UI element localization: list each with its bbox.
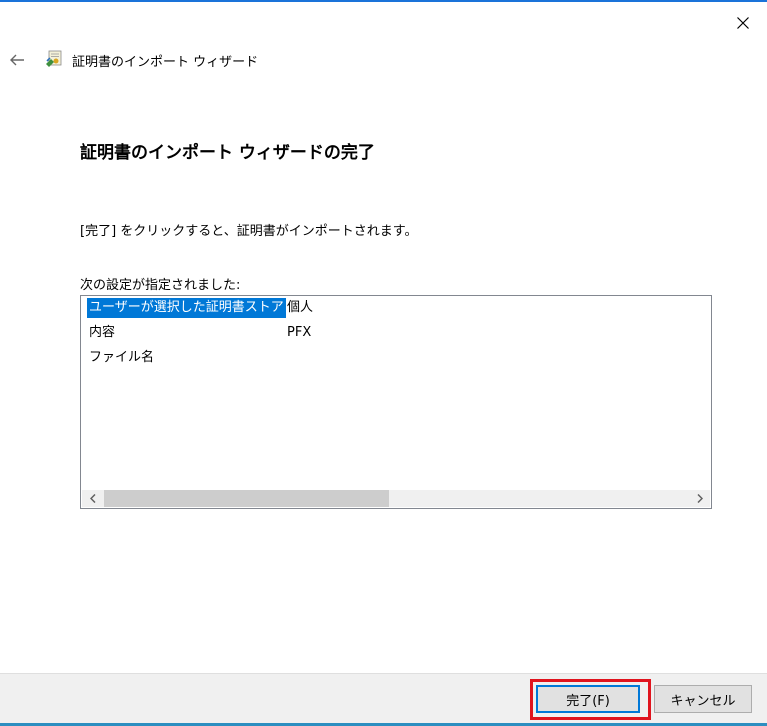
settings-row-key: ファイル名 xyxy=(89,350,155,365)
settings-row-key: ユーザーが選択した証明書ストア xyxy=(87,298,286,318)
back-button[interactable] xyxy=(4,48,30,72)
back-arrow-icon xyxy=(10,54,24,66)
close-icon xyxy=(737,17,749,29)
window-top-border xyxy=(0,0,767,2)
settings-row-key: 内容 xyxy=(89,325,116,340)
settings-label: 次の設定が指定されました: xyxy=(80,278,241,293)
chevron-right-icon xyxy=(696,494,703,503)
wizard-title: 証明書のインポート ウィザード xyxy=(72,55,259,70)
finish-button[interactable]: 完了(F) xyxy=(536,685,640,713)
cancel-button[interactable]: キャンセル xyxy=(654,685,752,713)
instruction-text: [完了] をクリックすると、証明書がインポートされます。 xyxy=(80,224,418,239)
page-heading: 証明書のインポート ウィザードの完了 xyxy=(80,143,375,163)
certificate-wizard-icon xyxy=(46,50,62,67)
settings-row-value: 個人 xyxy=(287,300,314,315)
scroll-left-button[interactable] xyxy=(84,490,101,507)
footer-bar xyxy=(0,673,767,726)
settings-row-value: PFX xyxy=(287,325,312,340)
chevron-left-icon xyxy=(89,494,96,503)
scrollbar-thumb[interactable] xyxy=(104,490,389,507)
close-button[interactable] xyxy=(728,10,758,36)
settings-listbox[interactable]: ユーザーが選択した証明書ストア 個人 内容 PFX ファイル名 xyxy=(80,295,712,509)
scroll-right-button[interactable] xyxy=(691,490,708,507)
wizard-window: 証明書のインポート ウィザード 証明書のインポート ウィザードの完了 [完了] … xyxy=(0,0,767,726)
horizontal-scrollbar[interactable] xyxy=(82,490,710,507)
